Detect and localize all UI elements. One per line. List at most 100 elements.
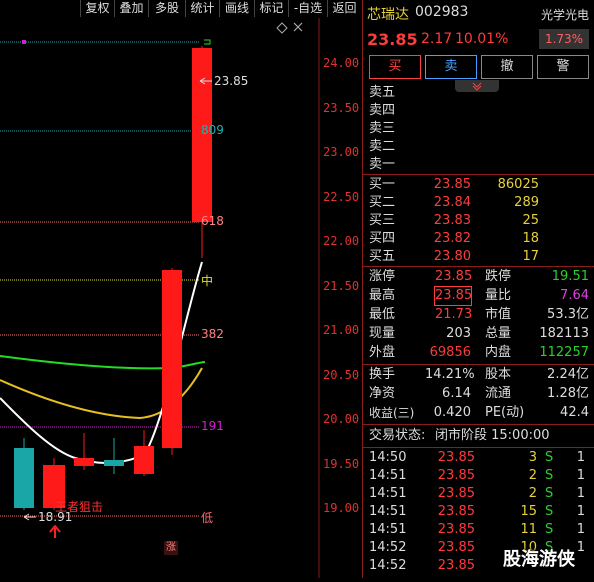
price-change-pct: 10.01%: [455, 31, 509, 47]
tick-row: 14:51 23.85 2 S 1: [363, 485, 594, 503]
tick-count: 1: [576, 522, 585, 537]
bid-row[interactable]: 买四 23.82 18: [363, 230, 594, 248]
turnover-value: 14.21%: [425, 367, 475, 382]
inner-label: 内盘: [485, 345, 512, 360]
order-book-divider: [363, 174, 594, 175]
limit-down-label: 跌停: [485, 269, 512, 284]
toolbar-mark-button[interactable]: 标记: [254, 0, 288, 17]
cancel-order-button[interactable]: 撤: [481, 55, 533, 79]
ticks-divider: [363, 447, 594, 448]
nav-label: 净资: [369, 386, 396, 401]
bid-row[interactable]: 买三 23.83 25: [363, 212, 594, 230]
candle-body: [14, 448, 34, 508]
high-value: 23.85: [434, 286, 473, 306]
vol-ratio-label: 量比: [485, 288, 512, 303]
low-label: 最低: [369, 307, 396, 322]
tick-volume: 11: [520, 522, 537, 537]
bid-row[interactable]: 买一 23.85 86025: [363, 176, 594, 194]
mkt-cap-value: 53.3亿: [547, 307, 589, 322]
candle-body: [104, 460, 124, 466]
stats-row-nav: 净资 6.14 流通 1.28亿: [363, 385, 594, 403]
turnover-label: 换手: [369, 367, 396, 382]
stats-row-high: 最高 23.85 量比 7.64: [363, 286, 594, 306]
tick-price: 23.85: [437, 540, 475, 555]
top-right-marker: [204, 39, 211, 45]
toolbar-back-button[interactable]: 返回: [327, 0, 361, 17]
toolbar-remove-watchlist-button[interactable]: -自选: [288, 0, 327, 17]
nav-value: 6.14: [442, 386, 471, 401]
ask-label: 卖五: [369, 85, 396, 100]
tick-count: 1: [576, 504, 585, 519]
fundamentals-divider: [363, 364, 594, 365]
tick-side: S: [545, 450, 554, 465]
eps-label: 收益(三): [369, 406, 415, 420]
ask-label: 卖三: [369, 121, 396, 136]
toolbar-fuquan-button[interactable]: 复权: [80, 0, 114, 17]
ask-row-4: 卖四: [363, 102, 594, 120]
bid-label: 买四: [369, 231, 396, 246]
trade-status-value: 闭市阶段 15:00:00: [435, 428, 550, 443]
chart-toolbar: 复权 叠加 多股 统计 画线 标记 -自选 返回: [0, 0, 360, 18]
sector-name: 光学光电: [541, 8, 590, 22]
tick-volume: 15: [520, 504, 537, 519]
limit-down-value: 19.51: [551, 269, 589, 284]
price-axis-label: 23.50: [323, 100, 360, 115]
float-label: 流通: [485, 386, 512, 401]
toolbar-draw-button[interactable]: 画线: [219, 0, 254, 17]
pe-value: 42.4: [560, 405, 589, 420]
outer-label: 外盘: [369, 345, 396, 360]
tick-time: 14:52: [369, 558, 407, 573]
tick-time: 14:51: [369, 504, 407, 519]
tick-time: 14:51: [369, 522, 407, 537]
tick-side: S: [545, 486, 554, 501]
toolbar-stats-button[interactable]: 统计: [185, 0, 219, 17]
trade-status-label: 交易状态:: [369, 428, 426, 443]
stock-name: 芯瑞达: [367, 7, 409, 23]
stats-row-limits: 涨停 23.85 跌停 19.51: [363, 268, 594, 286]
fib-191-label: 191: [201, 419, 224, 433]
bid-volume: 17: [522, 249, 539, 264]
total-vol-label: 总量: [485, 326, 512, 341]
bid-volume: 86025: [497, 177, 539, 192]
bid-volume: 18: [522, 231, 539, 246]
bid-row[interactable]: 买二 23.84 289: [363, 194, 594, 212]
bid-row[interactable]: 买五 23.80 17: [363, 248, 594, 266]
tick-price: 23.85: [437, 522, 475, 537]
limit-up-label: 涨停: [369, 269, 396, 284]
diamond-icon[interactable]: [276, 22, 288, 34]
eps-value: 0.420: [433, 405, 471, 420]
price-axis-label: 19.50: [323, 456, 360, 471]
x-close-icon[interactable]: [293, 22, 303, 32]
ask-label: 卖一: [369, 157, 396, 172]
tick-time: 14:51: [369, 486, 407, 501]
buy-signal-arrow-icon: [49, 524, 61, 538]
buy-button[interactable]: 买: [369, 55, 421, 79]
tick-time: 14:51: [369, 468, 407, 483]
toolbar-overlay-button[interactable]: 叠加: [114, 0, 148, 17]
bid-price: 23.83: [433, 213, 471, 228]
bid-volume: 25: [522, 213, 539, 228]
price-change: 2.17: [421, 31, 453, 47]
price-axis-label: 21.50: [323, 278, 360, 293]
bid-label: 买三: [369, 213, 396, 228]
sell-button[interactable]: 卖: [425, 55, 477, 79]
price-axis-label: 21.00: [323, 323, 360, 337]
bid-label: 买一: [369, 177, 396, 192]
fib-low-label: 低: [201, 511, 214, 525]
cur-vol-value: 203: [446, 326, 471, 341]
fib-809-label: 809: [201, 123, 224, 137]
float-value: 1.28亿: [547, 386, 589, 401]
fib-382-label: 382: [201, 327, 224, 341]
price-axis-label: 20.50: [323, 367, 360, 382]
limit-up-badge: 涨: [164, 541, 178, 555]
alert-button[interactable]: 警: [537, 55, 589, 79]
tick-volume: 2: [528, 486, 537, 501]
tick-price: 23.85: [437, 558, 475, 573]
toolbar-multi-stock-button[interactable]: 多股: [148, 0, 185, 17]
outer-value: 69856: [429, 345, 471, 360]
price-axis-label: 20.00: [323, 412, 360, 426]
kline-chart[interactable]: 24.00 23.50 23.00 22.50 22.00 21.50 21.00 20.50…: [0, 18, 362, 578]
quote-panel: 芯瑞达 002983 光学光电 23.85 2.17 10.01% 1.73% …: [362, 0, 594, 578]
fib-mid-label: 中: [201, 274, 214, 288]
kline-chart-svg: [0, 18, 320, 578]
